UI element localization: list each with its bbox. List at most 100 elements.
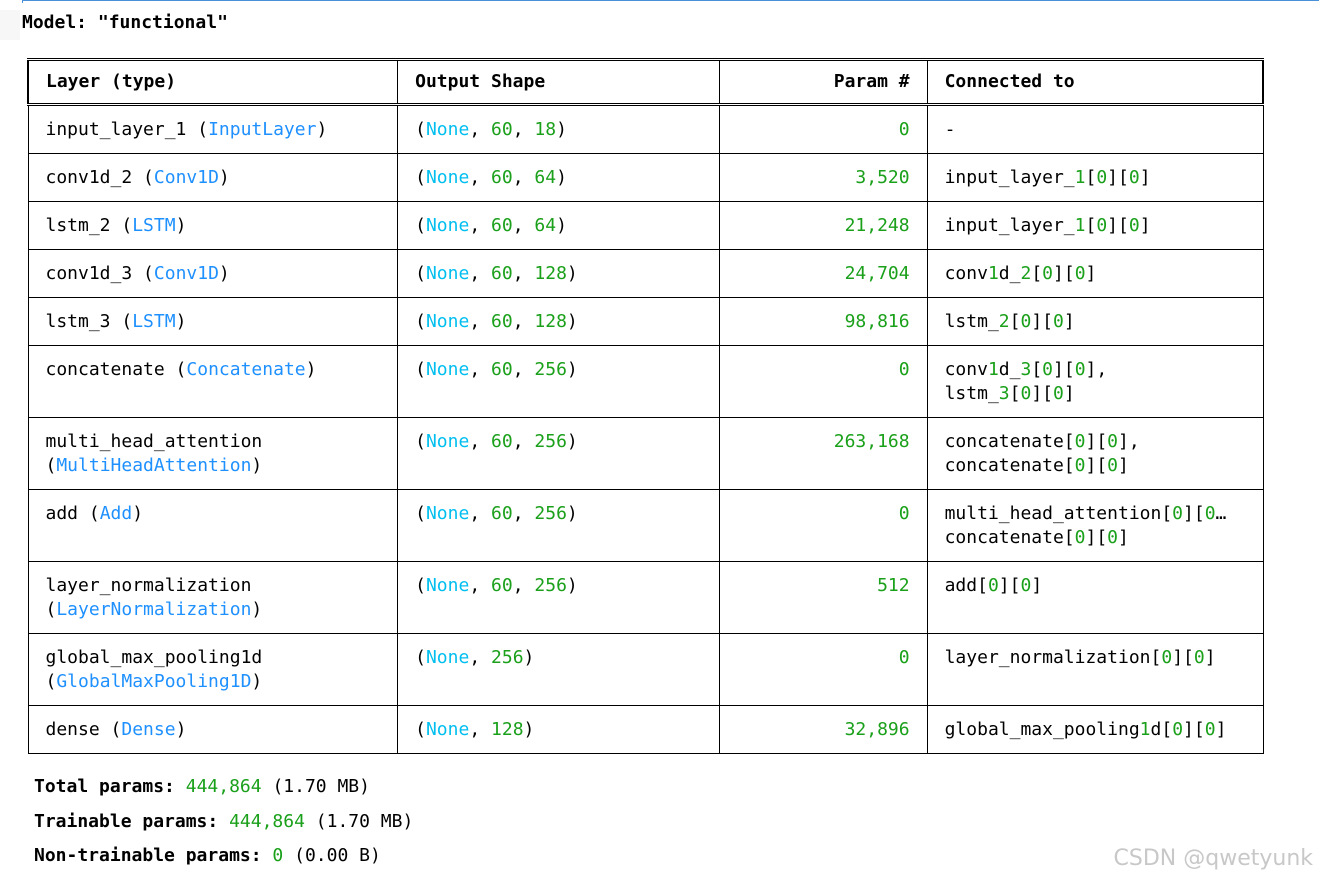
connected-to-cell: layer_normalization[0][0] [926,633,1264,706]
connected-to-cell: conv1d_2[0][0] [926,249,1264,298]
shape-none: None [425,431,470,452]
index-digit: 0 [1074,431,1086,452]
layer-cell: dense (Dense) [27,705,399,754]
param-count: 3,520 [855,167,910,188]
column-header-output-shape: Output Shape [397,58,721,106]
layer-name: conv1d_2 [45,167,133,188]
layer-cell: global_max_pooling1d (GlobalMaxPooling1D… [27,633,399,706]
param-count: 0 [898,503,910,524]
cell-gutter [0,10,20,40]
shape-none: None [425,167,470,188]
shape-dim: 64 [534,215,557,236]
shape-dim: 60 [491,215,513,236]
index-digit: 0 [1161,647,1173,668]
index-digit: 1 [1074,215,1086,236]
non-trainable-params-label: Non-trainable params: [34,845,262,866]
connected-to-cell: add[0][0] [926,561,1264,634]
table-body: input_layer_1 (InputLayer) (None, 60, 18)… [27,104,1264,754]
shape-dim: 60 [491,503,513,524]
shape-dim: 128 [534,311,567,332]
connected-to-cell: input_layer_1[0][0] [926,201,1264,250]
table-row: lstm_2 (LSTM) (None, 60, 64) 21,248 input_l… [27,201,1264,250]
layer-name: add [45,503,79,524]
index-digit: 1 [987,359,999,380]
connected-to-cell: multi_head_attention[0][0… concatenate[0… [926,489,1264,562]
index-digit: 1 [1139,719,1151,740]
layer-name: concatenate [45,359,165,380]
index-digit: 0 [1074,263,1086,284]
index-digit: 0 [1107,455,1119,476]
output-shape-cell: (None, 60, 256) [397,489,721,562]
table-row: lstm_3 (LSTM) (None, 60, 128) 98,816 lstm_2… [27,297,1264,346]
index-digit: 0 [1020,311,1032,332]
column-header-layer: Layer (type) [27,58,399,106]
layer-cell: multi_head_attention (MultiHeadAttention… [27,417,399,490]
table-row: concatenate (Concatenate) (None, 60, 256)… [27,345,1264,418]
output-shape-cell: (None, 60, 256) [397,345,721,418]
shape-dim: 18 [534,119,557,140]
table-row: global_max_pooling1d (GlobalMaxPooling1D… [27,633,1264,706]
connected-to-cell: - [926,104,1264,154]
index-digit: 0 [987,575,999,596]
trainable-params-value: 444,864 [229,811,305,832]
layer-type: GlobalMaxPooling1D [56,671,252,692]
non-trainable-params-value: 0 [272,845,284,866]
layer-name: input_layer_1 [45,119,187,140]
model-summary-table: Layer (type) Output Shape Param # Connec… [27,58,1264,754]
index-digit: 0 [1172,503,1184,524]
connected-to-cell: global_max_pooling1d[0][0] [926,705,1264,754]
column-header-params: Param # [719,58,928,106]
index-digit: 0 [1172,719,1184,740]
index-digit: 0 [1096,167,1108,188]
param-count: 263,168 [833,431,910,452]
model-title: Model: "functional" [22,12,228,33]
output-shape-cell: (None, 60, 18) [397,104,721,154]
shape-none: None [425,719,470,740]
layer-cell: add (Add) [27,489,399,562]
output-shape-cell: (None, 60, 256) [397,417,721,490]
layer-type: Conv1D [153,263,219,284]
shape-dim: 60 [491,311,513,332]
total-params-value: 444,864 [185,776,262,797]
table-row: add (Add) (None, 60, 256) 0 multi_head_atte… [27,489,1264,562]
param-count-cell: 3,520 [719,153,928,202]
param-count: 98,816 [844,311,910,332]
layer-type: LSTM [132,215,176,236]
param-count-cell: 0 [719,345,928,418]
index-digit: 0 [1020,575,1032,596]
table-row: conv1d_3 (Conv1D) (None, 60, 128) 24,704 co… [27,249,1264,298]
param-count-cell: 512 [719,561,928,634]
output-shape-cell: (None, 60, 64) [397,153,721,202]
index-digit: 0 [1074,527,1086,548]
watermark: CSDN @qwetyunk [1113,846,1313,871]
index-digit: 0 [1074,359,1086,380]
param-count: 0 [898,359,910,380]
shape-dim: 256 [534,359,567,380]
param-count-cell: 0 [719,633,928,706]
param-count: 0 [898,119,910,140]
shape-dim: 60 [491,167,513,188]
column-header-connected-to: Connected to [926,58,1264,106]
shape-none: None [425,647,470,668]
shape-dim: 60 [491,359,513,380]
table-header-row: Layer (type) Output Shape Param # Connec… [27,58,1264,106]
param-count-cell: 98,816 [719,297,928,346]
layer-type: Conv1D [153,167,219,188]
layer-name: multi_head_attention [45,431,263,452]
table-row: input_layer_1 (InputLayer) (None, 60, 18)… [27,104,1264,154]
param-count: 0 [898,647,910,668]
param-count-cell: 32,896 [719,705,928,754]
param-count-cell: 24,704 [719,249,928,298]
trainable-params-size: (1.70 MB) [315,811,414,832]
param-count: 512 [877,575,910,596]
layer-name: layer_normalization [45,575,252,596]
cell-border [22,0,1319,3]
shape-none: None [425,263,470,284]
param-count: 21,248 [844,215,910,236]
layer-cell: input_layer_1 (InputLayer) [27,104,399,154]
output-shape-cell: (None, 60, 64) [397,201,721,250]
output-shape-cell: (None, 60, 256) [397,561,721,634]
shape-dim: 256 [534,431,567,452]
layer-type: InputLayer [208,119,317,140]
index-digit: 0 [1053,311,1064,332]
